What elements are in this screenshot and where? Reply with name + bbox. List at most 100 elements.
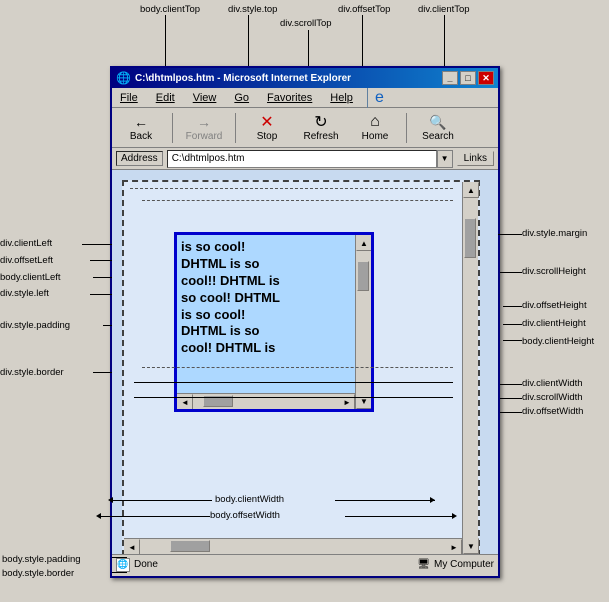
arrow-body-client-width-left	[108, 497, 113, 503]
ie-window: 🌐 C:\dhtmlpos.htm - Microsoft Internet E…	[110, 66, 500, 578]
line-body-client-width-left	[112, 500, 212, 501]
outer-scroll-right[interactable]: ►	[446, 539, 462, 555]
label-div-client-top: div.clientTop	[418, 4, 470, 15]
search-button[interactable]: 🔍 Search	[413, 110, 463, 146]
line-div-style-border	[93, 372, 112, 373]
refresh-label: Refresh	[303, 131, 338, 142]
line-body-offset-width-left	[100, 516, 210, 517]
toolbar-sep-2	[235, 113, 236, 143]
title-buttons[interactable]: _ □ ✕	[442, 71, 494, 85]
inner-scroll-up[interactable]: ▲	[356, 235, 372, 251]
outer-scroll-down[interactable]: ▼	[463, 538, 479, 554]
label-div-style-top: div.style.top	[228, 4, 277, 15]
padding-top-line	[142, 200, 453, 201]
label-div-offset-left: div.offsetLeft	[0, 255, 53, 266]
label-div-offset-top: div.offsetTop	[338, 4, 390, 15]
address-dropdown[interactable]: ▼	[437, 150, 453, 168]
margin-top-line	[130, 188, 453, 189]
status-bar: 🌐 Done 🖥 My Computer	[112, 554, 498, 574]
inner-scrollbar-horizontal[interactable]: ◄ ►	[177, 393, 355, 409]
refresh-icon: ↻	[311, 113, 331, 131]
search-label: Search	[422, 131, 454, 142]
menu-bar: File Edit View Go Favorites Help e	[112, 88, 498, 108]
toolbar-sep-3	[406, 113, 407, 143]
home-label: Home	[362, 131, 389, 142]
label-body-offset-width: body.offsetWidth	[210, 510, 280, 521]
label-div-scroll-width: div.scrollWidth	[522, 392, 583, 403]
menu-view[interactable]: View	[189, 90, 221, 106]
refresh-button[interactable]: ↻ Refresh	[296, 110, 346, 146]
diagram-container: body.clientTop div.style.top div.scrollT…	[0, 0, 609, 602]
arrow-body-client-width-right	[430, 497, 435, 503]
forward-icon: →	[194, 113, 214, 131]
outer-scroll-up[interactable]: ▲	[463, 182, 479, 198]
line-body-client-height	[503, 340, 522, 341]
label-body-client-left: body.clientLeft	[0, 272, 61, 283]
line-div-client-left	[82, 244, 112, 245]
menu-edit[interactable]: Edit	[152, 90, 179, 106]
toolbar-sep-1	[172, 113, 173, 143]
tick-div-offset-top	[362, 15, 363, 67]
line-div-offset-width	[500, 412, 522, 413]
status-icon: 🌐	[116, 558, 130, 572]
tick-div-style-top	[248, 15, 249, 67]
menu-help[interactable]: Help	[326, 90, 357, 106]
label-body-style-padding: body.style.padding	[2, 554, 81, 565]
line-div-offset-height	[503, 306, 522, 307]
links-button[interactable]: Links	[457, 151, 494, 166]
inner-content-div: is so cool! DHTML is so cool!! DHTML is …	[174, 232, 374, 412]
meas-h-3	[134, 397, 453, 398]
maximize-button[interactable]: □	[460, 71, 476, 85]
label-div-scroll-top: div.scrollTop	[280, 18, 332, 29]
forward-label: Forward	[186, 131, 223, 142]
address-label: Address	[116, 151, 163, 166]
computer-icon: 🖥	[417, 559, 430, 570]
label-div-style-left: div.style.left	[0, 288, 49, 299]
stop-label: Stop	[257, 131, 278, 142]
line-div-style-left	[90, 294, 112, 295]
back-label: Back	[130, 131, 152, 142]
line-body-client-left	[93, 277, 112, 278]
line-body-client-width-right	[335, 500, 435, 501]
line-body-style-padding	[112, 557, 127, 558]
tick-body-client-top	[165, 15, 166, 67]
title-bar-left: 🌐 C:\dhtmlpos.htm - Microsoft Internet E…	[116, 71, 351, 85]
label-body-style-border: body.style.border	[2, 568, 74, 579]
address-value: C:\dhtmlpos.htm	[172, 153, 245, 164]
address-bar: Address C:\dhtmlpos.htm ▼ Links	[112, 148, 498, 170]
label-body-client-top: body.clientTop	[140, 4, 200, 15]
label-div-client-width: div.clientWidth	[522, 378, 583, 389]
outer-scrollbar-vertical[interactable]: ▲ ▼	[462, 182, 478, 554]
close-button[interactable]: ✕	[478, 71, 494, 85]
outer-scrollbar-horizontal[interactable]: ◄ ►	[124, 538, 462, 554]
menu-go[interactable]: Go	[230, 90, 253, 106]
inner-scroll-down[interactable]: ▼	[356, 393, 372, 409]
address-input[interactable]: C:\dhtmlpos.htm	[167, 150, 437, 168]
label-div-style-padding: div.style.padding	[0, 320, 70, 331]
status-done-text: Done	[134, 559, 413, 570]
meas-h-2	[134, 382, 453, 383]
stop-button[interactable]: ✕ Stop	[242, 110, 292, 146]
forward-button[interactable]: → Forward	[179, 110, 229, 146]
outer-scroll-left[interactable]: ◄	[124, 539, 140, 555]
line-div-scroll-height	[500, 272, 522, 273]
line-div-client-width	[500, 384, 522, 385]
content-text: is so cool! DHTML is so cool!! DHTML is …	[177, 235, 355, 361]
line-body-style-border	[112, 572, 127, 573]
label-body-client-height: body.clientHeight	[522, 336, 594, 347]
minimize-button[interactable]: _	[442, 71, 458, 85]
home-button[interactable]: ⌂ Home	[350, 110, 400, 146]
home-icon: ⌂	[365, 113, 385, 131]
stop-icon: ✕	[257, 113, 277, 131]
toolbar: ← Back → Forward ✕ Stop ↻ Refresh ⌂ Home	[112, 108, 498, 148]
arrow-body-offset-width-right	[452, 513, 457, 519]
tick-div-scroll-top	[308, 30, 309, 67]
status-computer: 🖥 My Computer	[417, 559, 494, 570]
label-div-style-margin: div.style.margin	[522, 228, 587, 239]
back-button[interactable]: ← Back	[116, 110, 166, 146]
menu-file[interactable]: File	[116, 90, 142, 106]
label-div-offset-height: div.offsetHeight	[522, 300, 587, 311]
label-div-scroll-height: div.scrollHeight	[522, 266, 586, 277]
line-div-style-padding	[103, 325, 112, 326]
menu-favorites[interactable]: Favorites	[263, 90, 316, 106]
